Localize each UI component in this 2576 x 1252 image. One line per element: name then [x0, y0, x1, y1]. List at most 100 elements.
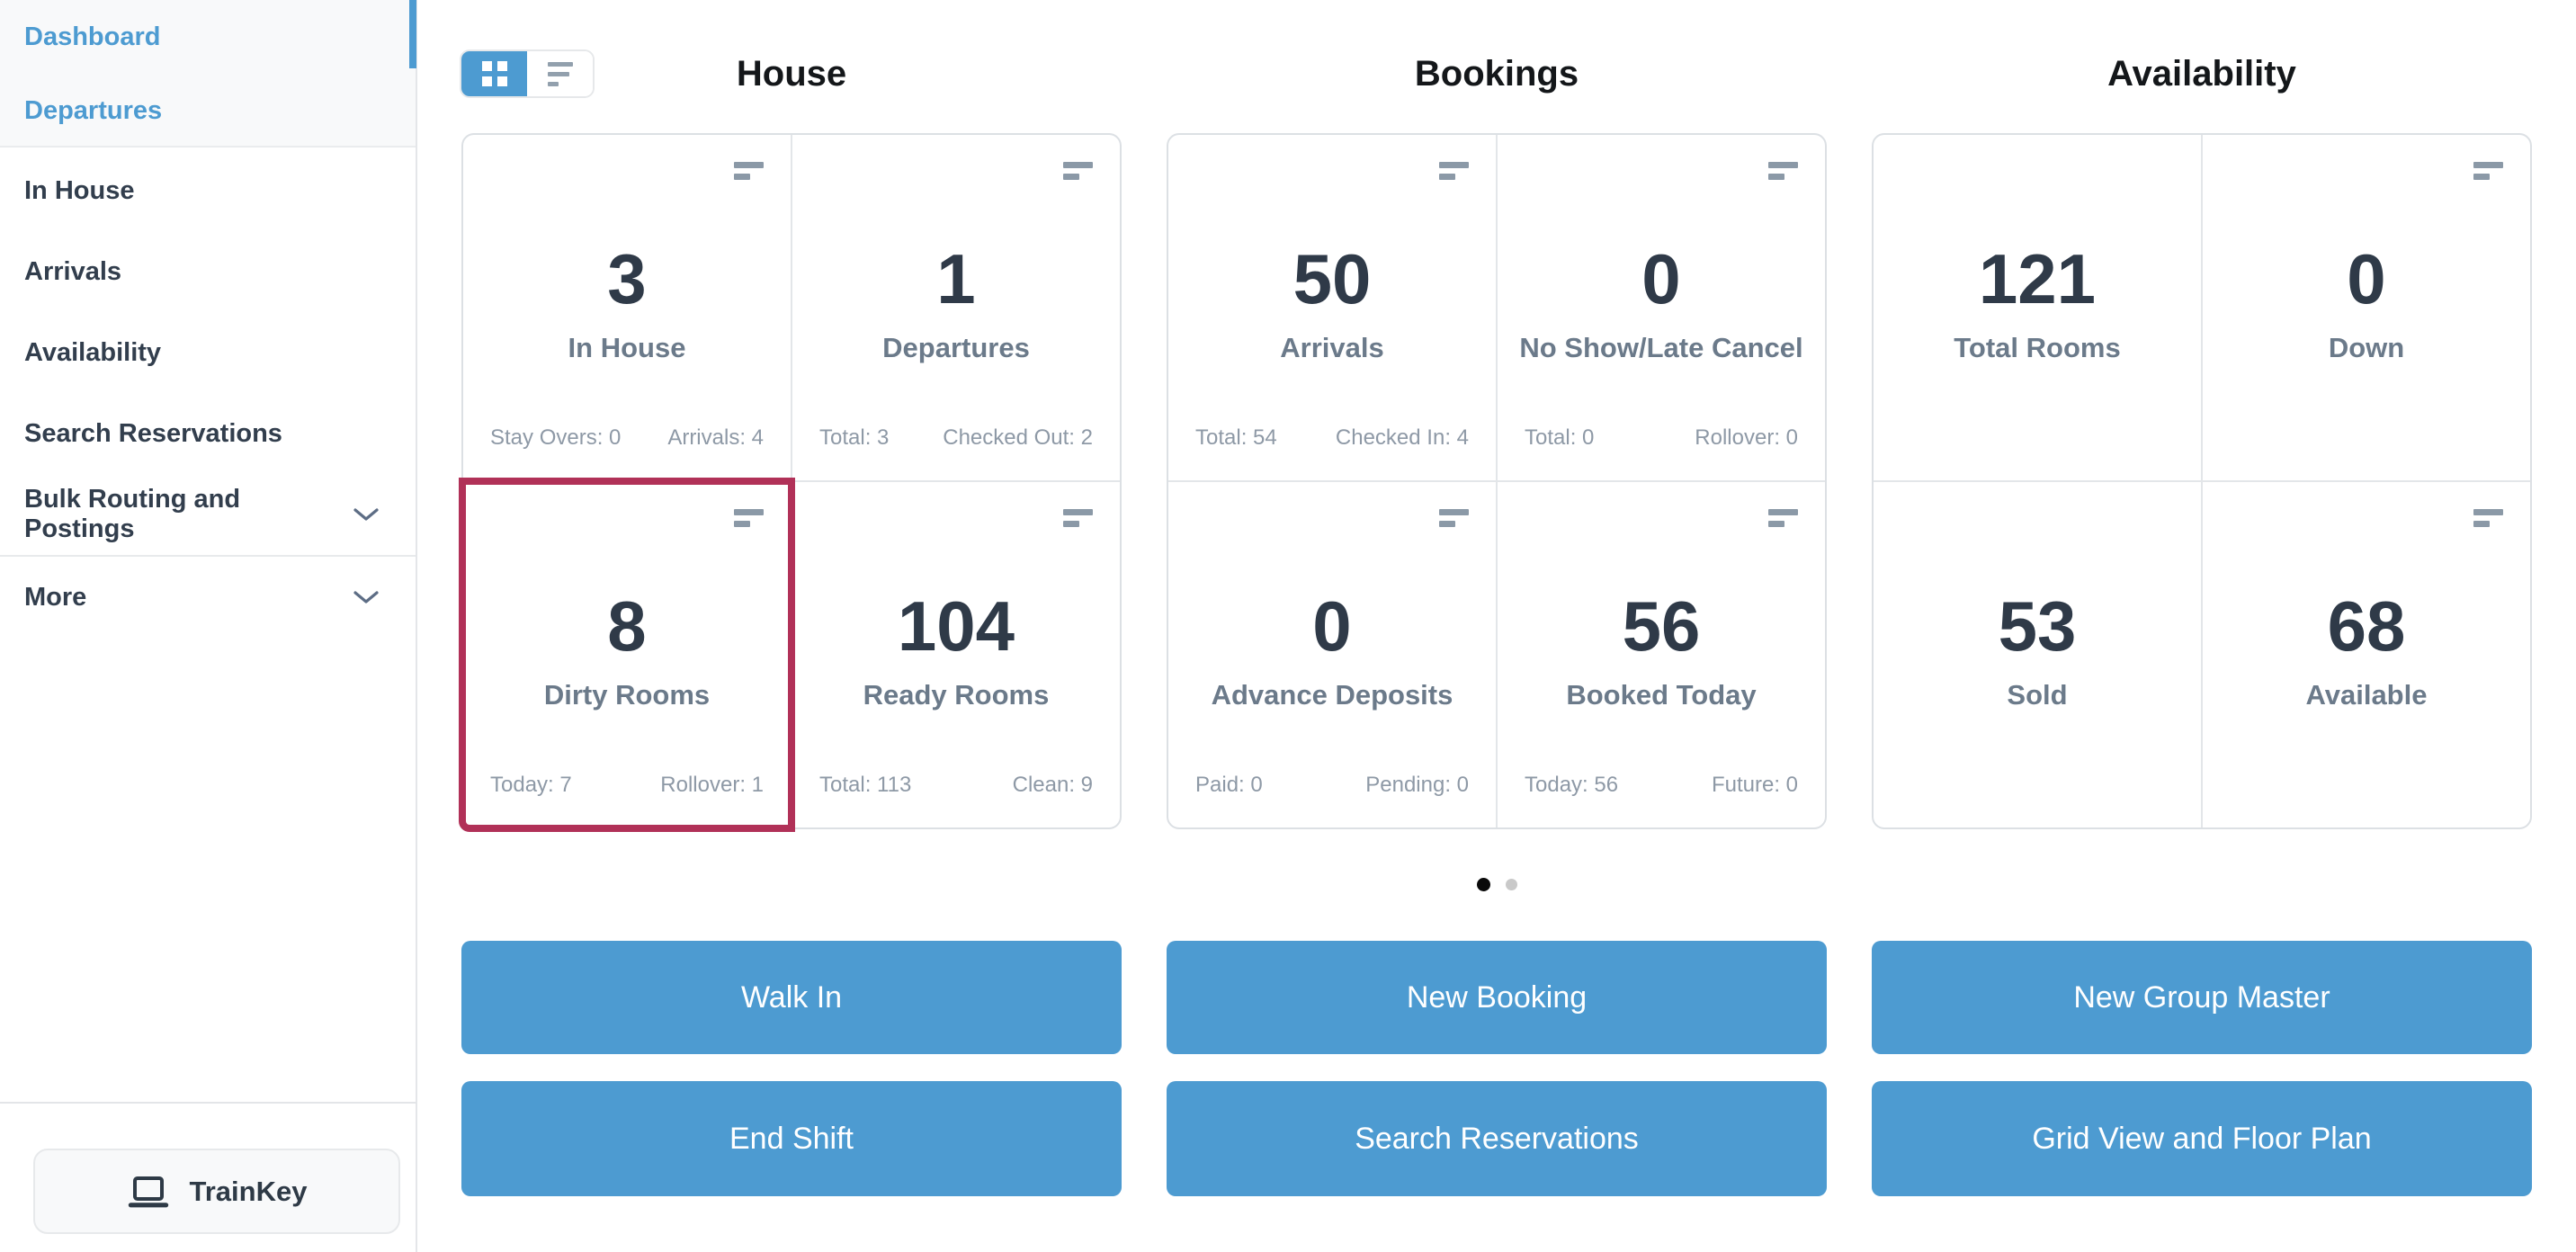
stat-right: Checked Out: 2: [943, 425, 1093, 450]
card-sold[interactable]: 53 Sold: [1874, 482, 2203, 827]
sidebar-item-in-house[interactable]: In House: [0, 150, 416, 231]
stat-right: Clean: 9: [1012, 773, 1093, 797]
chevron-down-icon: [353, 508, 379, 521]
sidebar-item-label: More: [24, 582, 87, 612]
card-label: No Show/Late Cancel: [1519, 332, 1803, 363]
stat-right: Rollover: 1: [660, 773, 764, 797]
main-content: House 3 In House Stay Overs: 0 Arrivals:…: [419, 0, 2576, 1252]
trainkey-button[interactable]: TrainKey: [33, 1149, 400, 1234]
card-value: 50: [1292, 239, 1372, 318]
card-value: 0: [1312, 586, 1352, 666]
card-label: Sold: [2007, 679, 2068, 711]
sidebar-item-arrivals[interactable]: Arrivals: [0, 231, 416, 312]
stat-right: Pending: 0: [1365, 773, 1469, 797]
section-availability: Availability 121 Total Rooms 0 Down 53 S…: [1872, 0, 2532, 1252]
card-list-icon[interactable]: [734, 509, 764, 527]
stat-right: Future: 0: [1711, 773, 1798, 797]
new-group-master-button[interactable]: New Group Master: [1872, 941, 2532, 1054]
sidebar-item-dashboard[interactable]: Dashboard: [0, 0, 416, 74]
sidebar-item-more[interactable]: More: [0, 557, 416, 638]
sidebar-item-label: Search Reservations: [24, 418, 282, 448]
card-label: Booked Today: [1566, 679, 1757, 711]
sidebar-pinned-group: Dashboard Departures: [0, 0, 416, 148]
pagination-dot[interactable]: [1505, 878, 1517, 890]
card-available[interactable]: 68 Available: [2203, 482, 2530, 827]
sidebar-item-label: In House: [24, 175, 135, 205]
card-list-icon[interactable]: [2473, 509, 2503, 527]
stat-right: Rollover: 0: [1695, 425, 1798, 450]
dashboard-app: Dashboard Departures In House Arrivals A…: [0, 0, 2576, 1252]
section-title: House: [736, 54, 847, 94]
stat-left: Today: 56: [1525, 773, 1619, 797]
bookings-card-grid: 50 Arrivals Total: 54 Checked In: 4 0 No…: [1167, 133, 1827, 829]
card-label: Ready Rooms: [863, 679, 1050, 711]
grid-view-floor-plan-button[interactable]: Grid View and Floor Plan: [1872, 1081, 2532, 1196]
sidebar-nav: In House Arrivals Availability Search Re…: [0, 150, 416, 638]
stat-left: Total: 113: [819, 773, 912, 797]
card-arrivals[interactable]: 50 Arrivals Total: 54 Checked In: 4: [1168, 135, 1498, 482]
card-list-icon[interactable]: [2473, 162, 2503, 180]
carousel-pagination: [461, 876, 2532, 892]
sidebar: Dashboard Departures In House Arrivals A…: [0, 0, 417, 1252]
card-label: Dirty Rooms: [543, 679, 711, 711]
card-label: Departures: [882, 332, 1030, 363]
card-value: 104: [897, 586, 1015, 666]
stat-right: Checked In: 4: [1335, 425, 1469, 450]
card-value: 0: [2347, 239, 2386, 318]
section-title: Availability: [2107, 54, 2296, 94]
end-shift-button[interactable]: End Shift: [461, 1081, 1122, 1196]
card-in-house[interactable]: 3 In House Stay Overs: 0 Arrivals: 4: [463, 135, 792, 482]
sidebar-scrollbar-thumb[interactable]: [409, 0, 416, 68]
chevron-down-icon: [353, 591, 379, 604]
card-value: 1: [936, 239, 976, 318]
sidebar-item-label: Arrivals: [24, 256, 122, 286]
new-booking-button[interactable]: New Booking: [1167, 941, 1827, 1054]
card-no-show-late-cancel[interactable]: 0 No Show/Late Cancel Total: 0 Rollover:…: [1498, 135, 1825, 482]
card-ready-rooms[interactable]: 104 Ready Rooms Total: 113 Clean: 9: [792, 482, 1120, 827]
stat-left: Today: 7: [490, 773, 572, 797]
card-booked-today[interactable]: 56 Booked Today Today: 56 Future: 0: [1498, 482, 1825, 827]
card-label: Total Rooms: [1954, 332, 2121, 363]
card-stats: Today: 56 Future: 0: [1525, 774, 1798, 797]
stat-left: Total: 3: [819, 425, 890, 450]
card-list-icon[interactable]: [1768, 162, 1798, 180]
card-label: In House: [568, 332, 686, 363]
sidebar-item-label: Bulk Routing and Postings: [24, 485, 241, 543]
sidebar-item-departures[interactable]: Departures: [0, 74, 416, 148]
sidebar-item-label: Availability: [24, 337, 162, 367]
laptop-icon: [128, 1176, 168, 1207]
card-list-icon[interactable]: [1439, 509, 1469, 527]
section-house: House 3 In House Stay Overs: 0 Arrivals:…: [459, 0, 1122, 1252]
sidebar-bottom-divider: [0, 1102, 417, 1104]
walk-in-button[interactable]: Walk In: [461, 941, 1122, 1054]
card-list-icon[interactable]: [1768, 509, 1798, 527]
section-bookings: Bookings 50 Arrivals Total: 54 Checked I…: [1167, 0, 1827, 1252]
sidebar-item-availability[interactable]: Availability: [0, 312, 416, 393]
stat-left: Stay Overs: 0: [490, 425, 622, 450]
card-list-icon[interactable]: [1063, 162, 1093, 180]
card-value: 8: [607, 586, 647, 666]
card-list-icon[interactable]: [1063, 509, 1093, 527]
card-total-rooms[interactable]: 121 Total Rooms: [1874, 135, 2203, 482]
sidebar-item-search-reservations[interactable]: Search Reservations: [0, 393, 416, 474]
sidebar-item-bulk-routing-and-postings[interactable]: Bulk Routing and Postings: [0, 474, 416, 555]
pagination-dot-active[interactable]: [1476, 877, 1490, 891]
card-value: 53: [1998, 586, 2077, 666]
house-card-grid: 3 In House Stay Overs: 0 Arrivals: 4 1 D…: [459, 133, 1122, 832]
card-stats: Today: 7 Rollover: 1: [490, 774, 764, 797]
card-list-icon[interactable]: [1439, 162, 1469, 180]
card-stats: Total: 0 Rollover: 0: [1525, 426, 1798, 450]
card-label: Down: [2328, 332, 2405, 363]
card-list-icon[interactable]: [734, 162, 764, 180]
card-down[interactable]: 0 Down: [2203, 135, 2530, 482]
section-title: Bookings: [1414, 54, 1579, 94]
card-advance-deposits[interactable]: 0 Advance Deposits Paid: 0 Pending: 0: [1168, 482, 1498, 827]
card-departures[interactable]: 1 Departures Total: 3 Checked Out: 2: [792, 135, 1120, 482]
stat-right: Arrivals: 4: [667, 425, 764, 450]
card-stats: Stay Overs: 0 Arrivals: 4: [490, 426, 764, 450]
card-dirty-rooms-highlighted[interactable]: 8 Dirty Rooms Today: 7 Rollover: 1: [459, 478, 795, 832]
card-label: Arrivals: [1280, 332, 1384, 363]
card-value: 121: [1978, 239, 2097, 318]
search-reservations-button[interactable]: Search Reservations: [1167, 1081, 1827, 1196]
card-stats: Total: 113 Clean: 9: [819, 774, 1093, 797]
